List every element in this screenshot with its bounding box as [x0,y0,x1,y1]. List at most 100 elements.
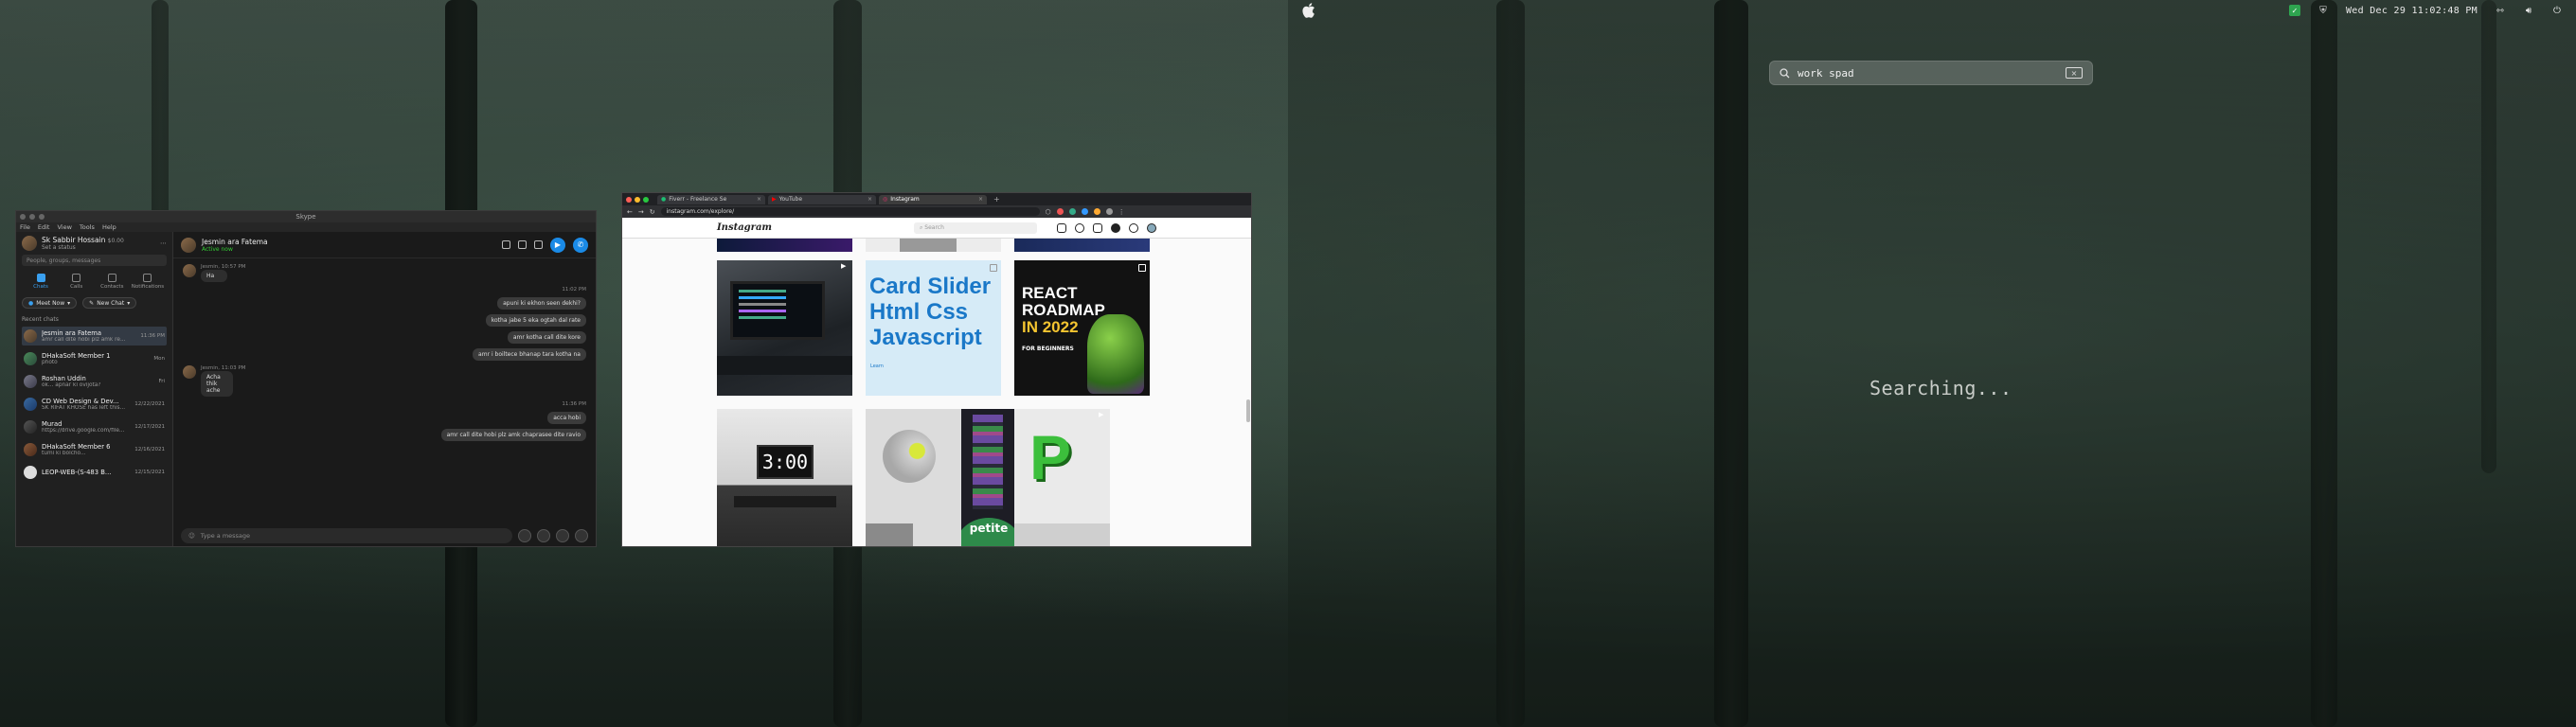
extension-icon[interactable] [1105,208,1113,215]
menu-view[interactable]: View [57,223,71,231]
green-check-icon[interactable]: ✓ [2288,5,2300,16]
contact-name[interactable]: Jesmin ara Fatema [202,238,268,246]
spotlight-search-input[interactable] [1798,66,2058,80]
list-item[interactable]: DHakaSoft Member 6 tumi ki bolcho... 12/1… [22,440,167,459]
window-title-bar[interactable]: Skype [16,211,596,222]
tab-instagram[interactable]: ◎ Instagram × [879,194,987,204]
profile-status[interactable]: Set a status [42,244,124,251]
list-item[interactable]: Jesmin ara Fatema amr call dite hobi plz … [22,327,167,346]
search-input[interactable]: People, groups, messages [22,255,167,266]
explore-post-tile[interactable]: petite [961,409,1014,546]
contact-card-icon[interactable] [537,529,550,542]
audio-call-button[interactable]: ✆ [573,237,588,253]
tab-youtube[interactable]: ▶ YouTube × [768,194,876,204]
message-bubble[interactable]: amr i boiltece bhanap tara kotha na [473,348,586,361]
close-window-icon[interactable] [626,196,632,203]
tab-notifications[interactable]: Notifications [131,274,165,290]
avatar[interactable] [1147,222,1156,233]
menu-tools[interactable]: Tools [80,223,95,231]
explore-icon[interactable] [1111,222,1120,233]
attach-file-icon[interactable] [518,529,531,542]
close-tab-icon[interactable]: × [868,196,872,203]
list-item[interactable]: LEOP-WEB-(S-483 B... 12/15/2021 [22,463,167,482]
tab-chats[interactable]: Chats [24,274,58,290]
forward-icon[interactable]: → [638,208,644,216]
message-bubble[interactable]: apuni ki ekhon seen dekhi? [497,297,586,310]
gallery-icon[interactable] [518,240,527,249]
chevron-down-icon: ▾ [127,299,131,307]
extension-icon[interactable] [1081,208,1088,215]
new-post-icon[interactable] [1093,222,1102,233]
clear-search-icon[interactable]: × [2066,67,2083,79]
explore-post-tile[interactable]: REACT ROADMAP IN 2022 FOR BEGINNERS [1014,260,1150,396]
avatar[interactable] [22,236,37,251]
reload-icon[interactable]: ↻ [650,208,655,216]
profile-header[interactable]: Sk Sabbir Hossain $0.00 Set a status ⋯ [22,236,167,251]
explore-post-tile[interactable]: ▶ [717,260,852,396]
explore-post-tile[interactable]: 3:00 [717,409,852,546]
shield-icon[interactable]: ⛨ [2317,5,2329,16]
back-icon[interactable]: ← [627,208,633,216]
menu-icon[interactable]: ⋮ [1118,208,1125,216]
more-options-icon[interactable] [575,529,588,542]
explore-post-tile[interactable] [866,409,961,546]
message-bubble[interactable]: kotha jabe 5 eka ogtah dal rate [485,314,586,327]
menubar-clock[interactable]: Wed Dec 29 11:02:48 PM [2346,6,2478,16]
list-item[interactable]: CD Web Design & Dev... SK RIFAT KHOSE has… [22,395,167,414]
video-call-button[interactable]: ▶ [550,237,565,253]
caption-line: Javascript [869,325,982,350]
meet-now-button[interactable]: ● Meet Now ▾ [22,297,78,309]
close-tab-icon[interactable]: × [978,196,983,203]
chat-sidebar: Sk Sabbir Hossain $0.00 Set a status ⋯ P… [16,232,173,546]
explore-post-tile[interactable] [1014,239,1150,252]
explore-post-tile[interactable] [717,239,852,252]
list-item[interactable]: Murad https://drive.google.com/file... 12… [22,417,167,436]
tab-contacts[interactable]: Contacts [95,274,129,290]
apple-icon[interactable] [1301,2,1316,19]
list-item[interactable]: Roshan Uddin ok... apnar ki ovijota? Fri [22,372,167,391]
extension-icon[interactable] [1093,208,1100,215]
explore-post-tile[interactable]: P ▶ [1014,409,1110,546]
menu-edit[interactable]: Edit [38,223,50,231]
maximize-window-icon[interactable] [643,196,649,203]
messenger-icon[interactable] [1075,222,1084,233]
message-input[interactable]: ☺ Type a message [181,528,512,543]
menu-help[interactable]: Help [102,223,116,231]
new-tab-button[interactable]: + [990,195,1004,204]
extension-icon[interactable] [1056,208,1064,215]
message-bubble[interactable]: amr kotha call dite kore [507,331,586,344]
message-bubble[interactable]: Ha [201,270,228,282]
volume-icon[interactable]: 🔊︎ [2523,5,2534,16]
message-bubble[interactable]: amr call dite hobi plz amk chaprasee dit… [440,429,586,441]
microphone-icon[interactable] [556,529,569,542]
message-bubble[interactable]: acca hobi [547,412,586,424]
search-icon[interactable] [502,240,510,249]
menu-file[interactable]: File [20,223,30,231]
power-icon[interactable]: ⏻ [2551,5,2563,16]
clock-display: 3:00 [757,445,814,479]
search-input[interactable]: ⌕ Search [914,222,1037,234]
explore-post-tile[interactable]: Card Slider Html Css Javascript Learn [866,260,1001,396]
explore-post-tile[interactable] [866,239,1001,252]
heart-icon[interactable] [1129,222,1138,233]
more-options-icon[interactable]: ⋯ [160,239,167,247]
minimize-window-icon[interactable] [635,196,640,203]
extension-icon[interactable] [1068,208,1076,215]
extension-icon[interactable]: ⬡ [1046,208,1051,216]
instagram-logo[interactable]: Instagram [717,222,772,233]
home-icon[interactable] [1057,222,1066,233]
tab-label: Notifications [131,284,165,290]
tab-calls[interactable]: Calls [60,274,94,290]
emoji-icon[interactable]: ☺ [188,532,195,540]
tab-fiverr[interactable]: ● Fiverr - Freelance Se × [657,194,765,204]
close-tab-icon[interactable]: × [757,196,761,203]
button-label: Meet Now [36,299,65,307]
add-people-icon[interactable] [534,240,543,249]
new-chat-button[interactable]: ✎ New Chat ▾ [82,297,137,309]
url-bar[interactable]: instagram.com/explore/ [660,207,1040,216]
list-item[interactable]: DHakaSoft Member 1 photo Mon [22,349,167,368]
message-bubble[interactable]: Acha thik ache [201,371,233,397]
scrollbar[interactable] [1246,399,1250,422]
avatar[interactable] [181,237,196,253]
network-icon[interactable]: ⇿ [2495,5,2506,16]
